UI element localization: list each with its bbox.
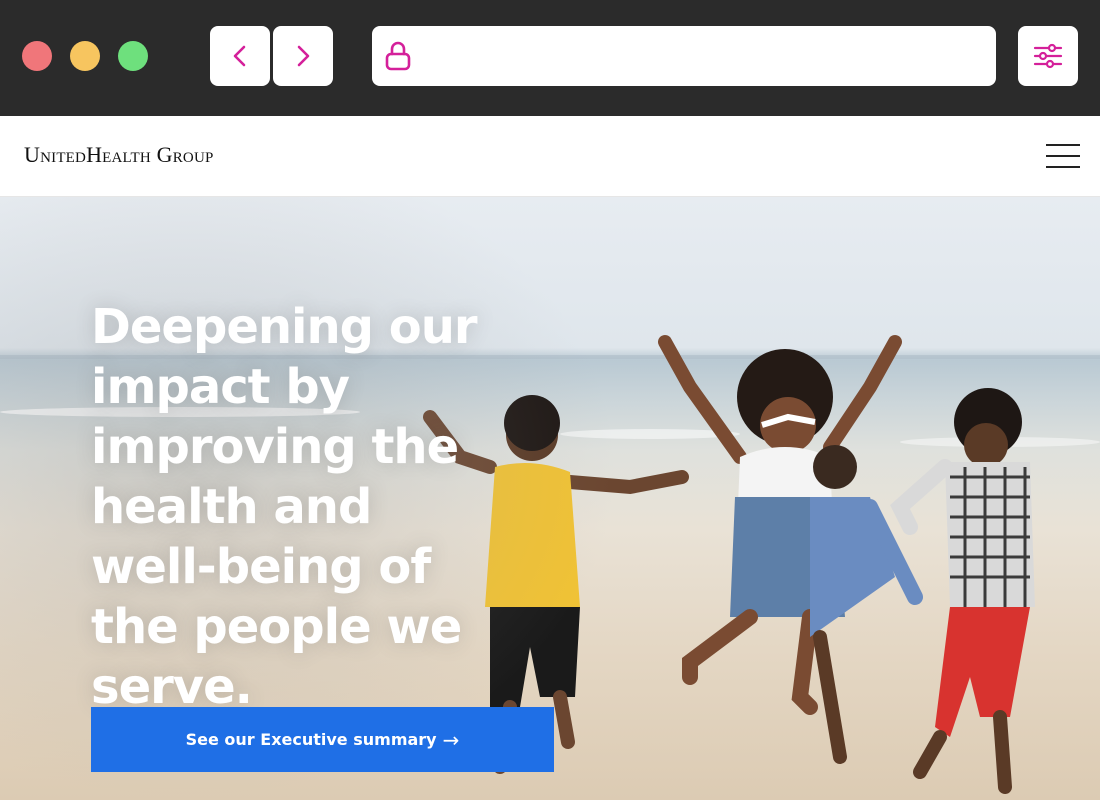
chevron-left-icon (233, 45, 246, 67)
window-maximize-button[interactable] (118, 41, 148, 71)
cta-label: See our Executive summary (185, 730, 437, 749)
site-logo[interactable]: UnitedHealth Group (24, 142, 214, 168)
hamburger-menu-icon[interactable] (1046, 142, 1082, 170)
window-close-button[interactable] (22, 41, 52, 71)
address-bar[interactable] (372, 26, 996, 86)
chevron-right-icon (297, 45, 310, 67)
sliders-icon (1033, 43, 1063, 69)
back-button[interactable] (210, 26, 270, 86)
hero-headline: Deepening our impact by improving the he… (91, 299, 478, 715)
window-minimize-button[interactable] (70, 41, 100, 71)
executive-summary-button[interactable]: See our Executive summary → (91, 707, 554, 772)
hero-section: Deepening our impact by improving the he… (0, 197, 1100, 800)
forward-button[interactable] (273, 26, 333, 86)
lock-icon (385, 41, 411, 71)
arrow-right-icon: → (442, 727, 460, 752)
settings-button[interactable] (1018, 26, 1078, 86)
url-input[interactable] (422, 36, 996, 76)
browser-toolbar (0, 0, 1100, 116)
site-header: UnitedHealth Group (0, 116, 1100, 197)
